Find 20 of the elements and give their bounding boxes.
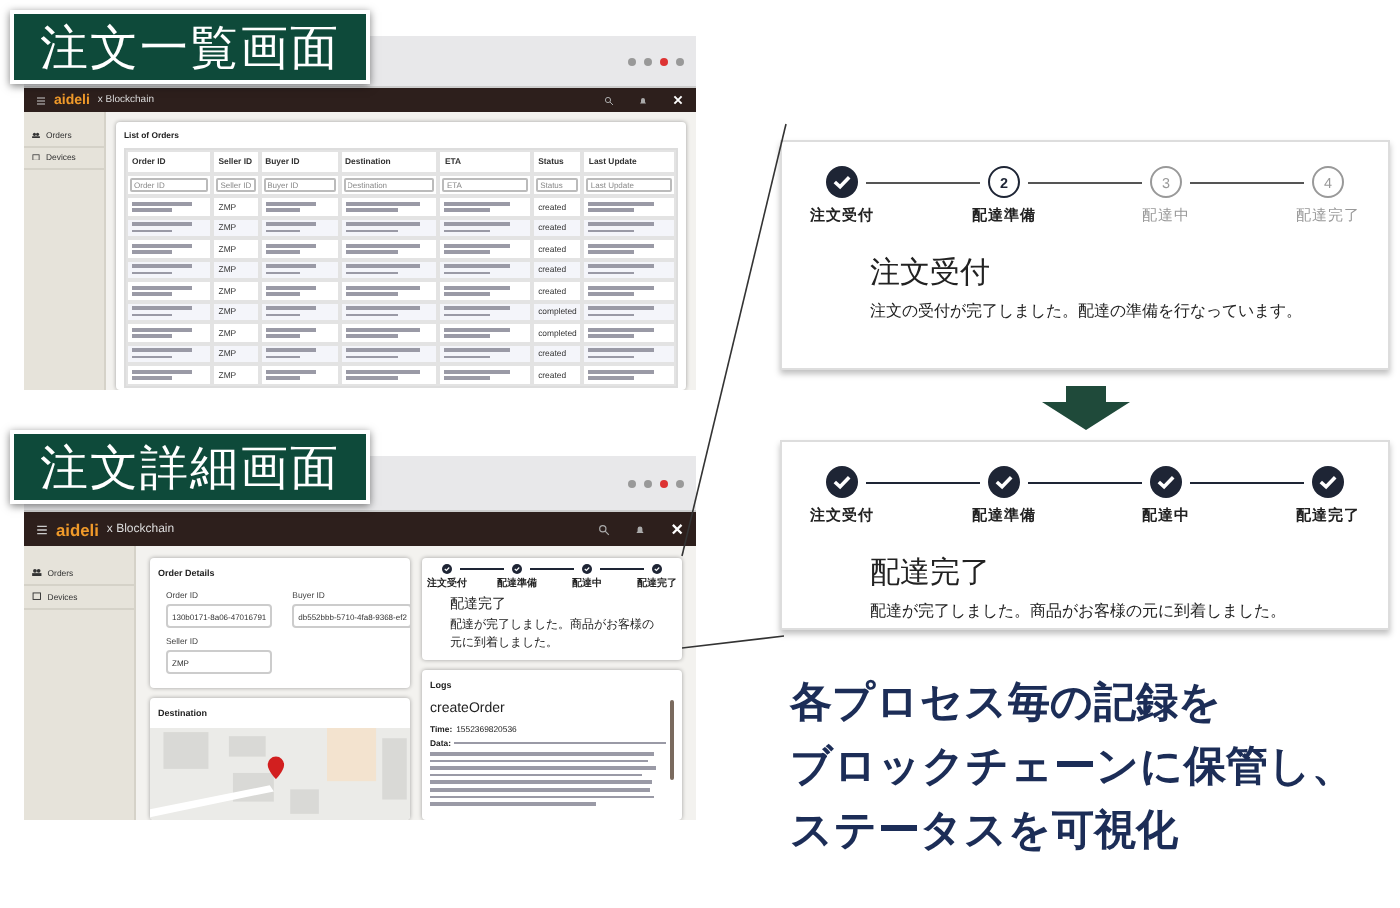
screen-label: 注文詳細画面 bbox=[10, 430, 370, 504]
logo: aideli bbox=[56, 519, 99, 539]
device-icon bbox=[32, 592, 42, 601]
caption-text: ステータスを可視化 bbox=[790, 806, 1180, 858]
bell-icon[interactable] bbox=[638, 95, 648, 105]
caption-text: ブロックチェーンに保管し、 bbox=[790, 742, 1356, 794]
people-icon bbox=[32, 568, 42, 577]
people-icon bbox=[32, 131, 40, 139]
down-arrow-icon bbox=[1041, 386, 1129, 430]
bell-icon[interactable] bbox=[633, 523, 646, 535]
status-title: 注文受付 bbox=[870, 254, 992, 292]
status-title: 配達完了 bbox=[870, 554, 992, 592]
caption-text: 各プロセス毎の記録を bbox=[790, 677, 1224, 730]
scrollbar[interactable] bbox=[670, 700, 674, 780]
search-icon[interactable] bbox=[597, 523, 610, 535]
screen-label: 注文一覧画面 bbox=[10, 10, 370, 84]
leader-line bbox=[681, 635, 785, 649]
search-icon[interactable] bbox=[604, 95, 614, 105]
menu-icon[interactable] bbox=[36, 523, 48, 535]
device-icon bbox=[32, 153, 40, 161]
